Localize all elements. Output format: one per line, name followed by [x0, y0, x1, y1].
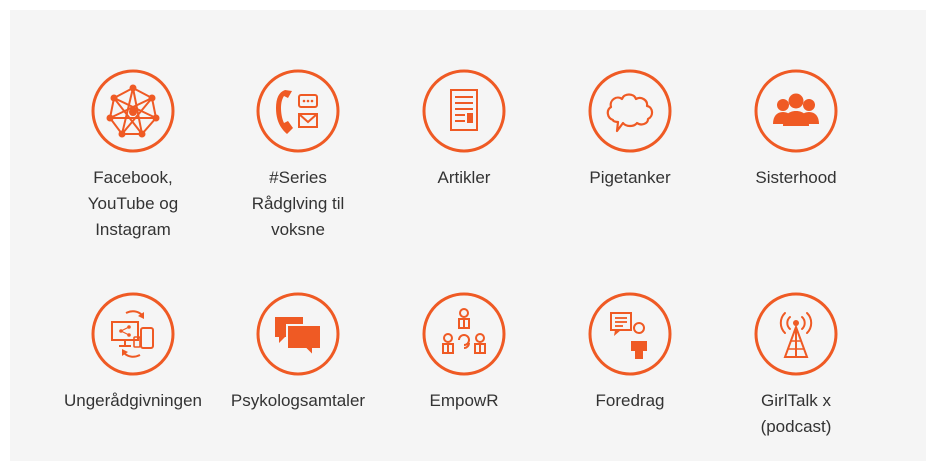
network-icon — [90, 68, 176, 154]
phone-chat-icon — [255, 68, 341, 154]
service-label: Sisterhood — [755, 168, 837, 187]
service-label: Foredrag — [595, 391, 665, 410]
service-item-psykologsamtaler[interactable]: Psykologsamtaler — [223, 291, 373, 414]
service-label: Facebook, YouTube og Instagram — [87, 168, 179, 239]
chat-bubbles-icon — [255, 291, 341, 377]
service-label: Psykologsamtaler — [230, 391, 366, 410]
service-item-girltalk-podcast[interactable]: GirlTalk x (podcast) — [721, 291, 871, 440]
group-icon — [753, 68, 839, 154]
services-grid: Facebook, YouTube og Instagram #Series R… — [10, 10, 926, 461]
service-item-foredrag[interactable]: Foredrag — [555, 291, 705, 414]
service-label: EmpowR — [429, 391, 499, 410]
service-item-empowr[interactable]: EmpowR — [389, 291, 539, 414]
service-label: Ungerådgivningen — [64, 391, 202, 410]
service-item-sisterhood[interactable]: Sisterhood — [721, 68, 871, 191]
service-item-series-raadgivning[interactable]: #Series Rådglving til voksne — [223, 68, 373, 243]
service-label: GirlTalk x (podcast) — [760, 391, 832, 436]
article-icon — [421, 68, 507, 154]
service-label: Pigetanker — [589, 168, 671, 187]
service-item-facebook-youtube-instagram[interactable]: Facebook, YouTube og Instagram — [58, 68, 208, 243]
service-item-artikler[interactable]: Artikler — [389, 68, 539, 191]
thought-bubble-icon — [587, 68, 673, 154]
service-item-ungeraadgivningen[interactable]: Ungerådgivningen — [58, 291, 208, 414]
service-label: Artikler — [437, 168, 491, 187]
service-label: #Series Rådglving til voksne — [251, 168, 345, 239]
presenter-icon — [587, 291, 673, 377]
devices-icon — [90, 291, 176, 377]
broadcast-tower-icon — [753, 291, 839, 377]
services-panel: Facebook, YouTube og Instagram #Series R… — [10, 10, 926, 461]
service-item-pigetanker[interactable]: Pigetanker — [555, 68, 705, 191]
team-icon — [421, 291, 507, 377]
